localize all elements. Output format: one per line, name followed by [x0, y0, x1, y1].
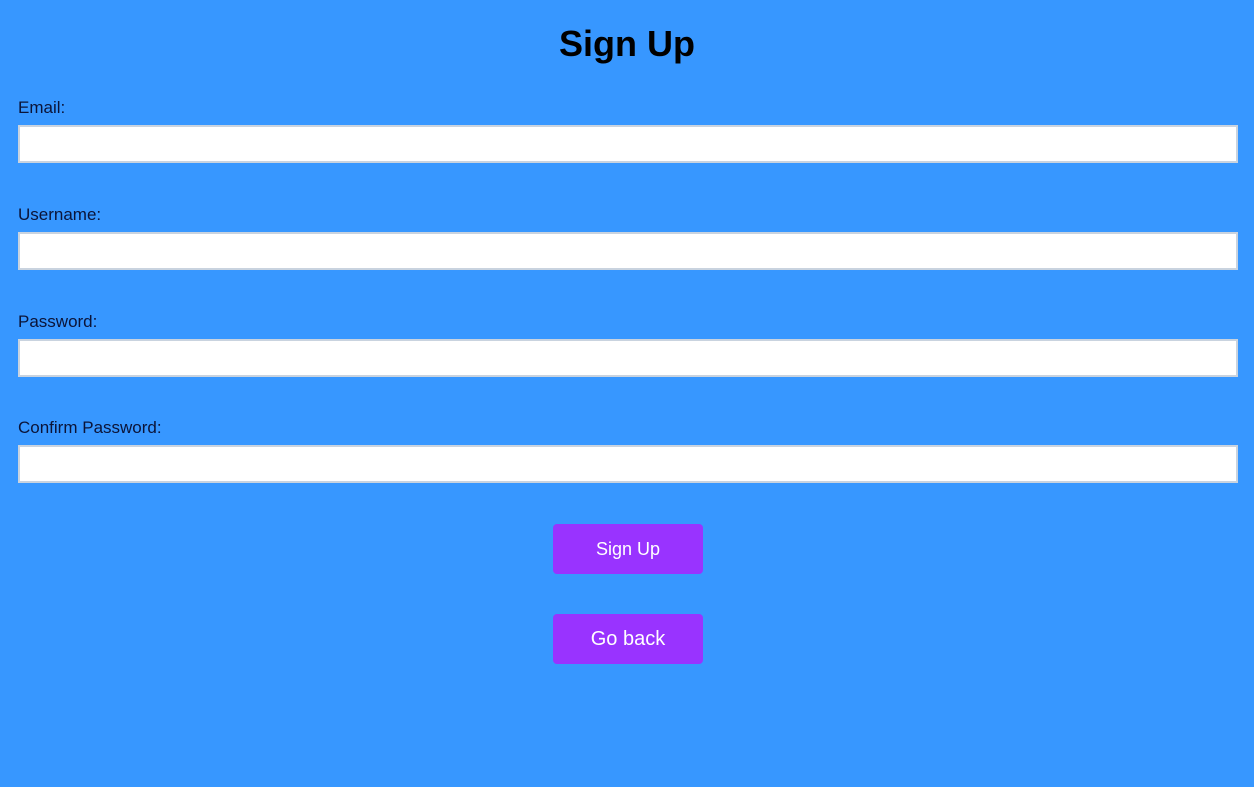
- password-field-group: Password:: [18, 312, 1238, 377]
- signup-page: Sign Up Email: Username: Password: Confi…: [0, 0, 1254, 787]
- email-field-group: Email:: [18, 98, 1238, 163]
- password-input[interactable]: [18, 339, 1238, 377]
- confirm-password-input[interactable]: [18, 445, 1238, 483]
- email-label: Email:: [18, 98, 66, 117]
- confirm-password-label: Confirm Password:: [18, 418, 162, 437]
- password-label: Password:: [18, 312, 98, 331]
- username-field-group: Username:: [18, 205, 1238, 270]
- username-input[interactable]: [18, 232, 1238, 270]
- confirm-password-field-group: Confirm Password:: [18, 418, 1238, 483]
- username-label: Username:: [18, 205, 102, 224]
- page-title: Sign Up: [559, 23, 695, 64]
- go-back-button[interactable]: Go back: [553, 614, 703, 664]
- sign-up-button[interactable]: Sign Up: [553, 524, 703, 574]
- email-input[interactable]: [18, 125, 1238, 163]
